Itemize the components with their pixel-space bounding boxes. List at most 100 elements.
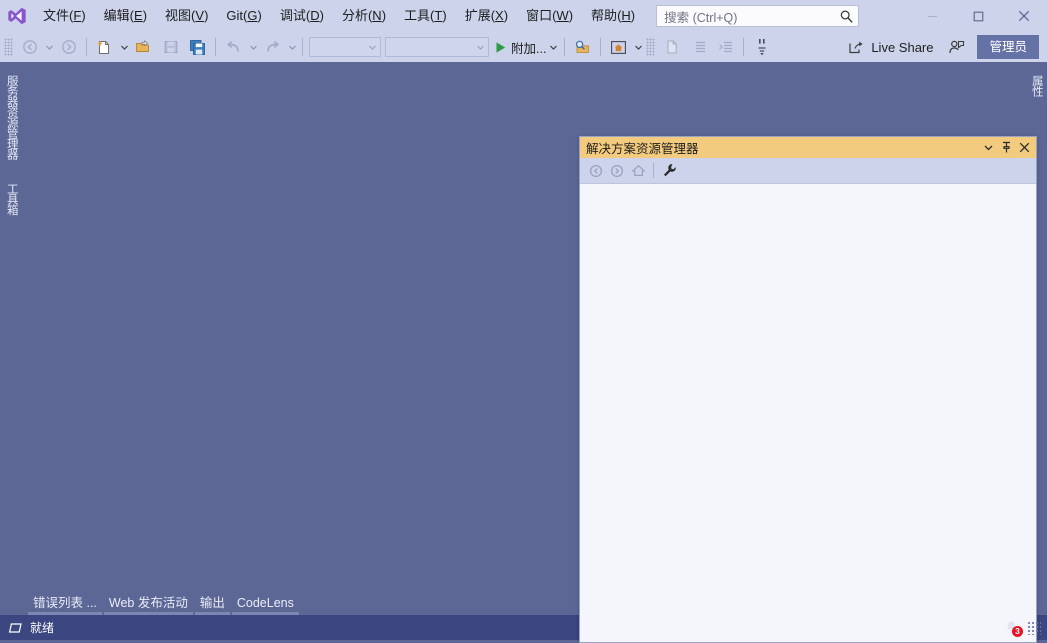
home-button[interactable] — [605, 35, 632, 59]
toolbar-grip-secondary[interactable] — [646, 38, 656, 56]
menu-mnemonic-edit: E — [134, 8, 143, 23]
solution-explorer-forward-button[interactable] — [607, 161, 627, 181]
new-file-button[interactable] — [658, 35, 685, 59]
dock-tab-toolbox[interactable]: 工具箱 — [2, 176, 20, 222]
menu-item-edit[interactable]: 编辑(E) — [95, 4, 156, 28]
solution-explorer-back-button[interactable] — [586, 161, 606, 181]
solution-explorer-window: 解决方案资源管理器 — [579, 136, 1037, 643]
save-icon — [164, 41, 177, 53]
indent-button[interactable] — [685, 35, 712, 59]
menu-label-help: 帮助 — [591, 8, 618, 23]
solution-configuration-combo[interactable] — [309, 37, 381, 57]
toolbar-separator — [564, 38, 566, 56]
admin-badge[interactable]: 管理员 — [977, 35, 1039, 59]
menu-item-analyze[interactable]: 分析(N) — [333, 4, 395, 28]
visual-studio-logo — [0, 0, 34, 32]
open-folder-button[interactable] — [130, 35, 157, 59]
live-share-button[interactable]: Live Share — [842, 35, 939, 59]
solution-explorer-home-button[interactable] — [628, 161, 648, 181]
navigate-back-button[interactable] — [16, 35, 43, 59]
search-placeholder: 搜索 (Ctrl+Q) — [664, 10, 738, 25]
menu-item-git[interactable]: Git(G) — [217, 4, 270, 28]
redo-button[interactable] — [259, 35, 286, 59]
document-well: 解决方案资源管理器 — [22, 62, 1037, 643]
menu-item-help[interactable]: 帮助(H) — [582, 4, 644, 28]
bottom-tab-web-publish-activity[interactable]: Web 发布活动 — [103, 593, 193, 615]
resize-grip-icon[interactable] — [1027, 620, 1041, 635]
wrench-icon — [663, 164, 676, 177]
menu-mnemonic-git: G — [247, 8, 258, 23]
outdent-icon — [718, 41, 732, 53]
navigate-back-icon — [22, 40, 37, 54]
minimize-button[interactable] — [909, 0, 955, 32]
chevron-down-icon — [249, 45, 257, 50]
bottom-tab-error-list[interactable]: 错误列表 ... — [28, 593, 102, 615]
toolbar-grip[interactable] — [4, 38, 13, 56]
live-share-icon — [849, 41, 863, 53]
chevron-down-icon — [477, 45, 484, 50]
solution-explorer-properties-button[interactable] — [659, 161, 679, 181]
workspace-area: 服务器资源管理器 工具箱 解决方案资源管理器 属性 — [0, 62, 1047, 643]
menu-item-tools[interactable]: 工具(T) — [395, 4, 456, 28]
new-project-button[interactable] — [91, 35, 118, 59]
navigate-forward-button[interactable] — [55, 35, 82, 59]
search-icon[interactable] — [839, 9, 854, 24]
undo-dropdown[interactable] — [247, 45, 259, 50]
menu-item-debug[interactable]: 调试(D) — [271, 4, 333, 28]
menu-label-debug: 调试 — [279, 8, 306, 23]
send-feedback-icon — [949, 40, 965, 53]
redo-dropdown[interactable] — [286, 45, 298, 50]
menu-label-file: 文件 — [43, 8, 70, 23]
visual-studio-window: 文件(F) 编辑(E) 视图(V) Git(G) 调试(D) 分析(N) 工具(… — [0, 0, 1047, 643]
chevron-down-icon — [634, 45, 642, 50]
dock-tab-properties[interactable]: 属性 — [1027, 68, 1045, 103]
menu-label-extensions: 扩展 — [464, 8, 491, 23]
back-circle-icon — [589, 164, 603, 177]
visual-studio-logo-icon — [8, 7, 26, 25]
close-icon — [1018, 10, 1030, 22]
chevron-down-icon — [984, 145, 992, 151]
find-in-files-button[interactable] — [569, 35, 596, 59]
window-controls — [909, 0, 1047, 32]
home-dropdown[interactable] — [632, 45, 644, 50]
menu-item-window[interactable]: 窗口(W) — [517, 4, 582, 28]
close-icon — [1019, 142, 1029, 153]
notification-button[interactable]: 3 — [997, 615, 1025, 640]
search-input[interactable]: 搜索 (Ctrl+Q) — [656, 5, 860, 27]
standard-toolbar: 附加... Live Share 管理员 — [0, 32, 1047, 62]
toolbar-separator — [302, 38, 303, 56]
menu-item-extensions[interactable]: 扩展(X) — [456, 4, 517, 28]
close-button[interactable] — [1001, 0, 1047, 32]
notification-count-badge: 3 — [1012, 626, 1023, 637]
attach-button[interactable]: 附加... — [491, 35, 560, 59]
bottom-tab-output[interactable]: 输出 — [194, 593, 230, 615]
solution-explorer-dropdown-button[interactable] — [979, 139, 997, 157]
menu-item-file[interactable]: 文件(F) — [34, 4, 95, 28]
comment-button[interactable] — [748, 35, 775, 59]
menu-mnemonic-window: W — [556, 8, 569, 23]
toolbar-separator — [86, 38, 87, 56]
solution-explorer-title-bar[interactable]: 解决方案资源管理器 — [580, 137, 1036, 158]
minimize-icon — [927, 15, 937, 17]
forward-circle-icon — [610, 164, 624, 177]
outdent-button[interactable] — [712, 35, 739, 59]
toolbar-separator — [743, 38, 745, 56]
navigate-back-dropdown[interactable] — [43, 45, 55, 50]
live-share-label: Live Share — [871, 39, 934, 55]
new-project-dropdown[interactable] — [118, 45, 130, 50]
undo-button[interactable] — [220, 35, 247, 59]
solution-explorer-toolbar-separator — [653, 163, 654, 178]
menu-item-view[interactable]: 视图(V) — [156, 4, 217, 28]
menu-label-window: 窗口 — [526, 8, 553, 23]
solution-explorer-pin-button[interactable] — [997, 139, 1015, 157]
maximize-button[interactable] — [955, 0, 1001, 32]
bottom-tab-codelens[interactable]: CodeLens — [231, 593, 299, 615]
save-all-button[interactable] — [184, 35, 211, 59]
save-button[interactable] — [157, 35, 184, 59]
dock-tab-server-explorer[interactable]: 服务器资源管理器 — [2, 68, 20, 166]
solution-platform-combo[interactable] — [385, 37, 489, 57]
solution-explorer-close-button[interactable] — [1015, 139, 1033, 157]
solution-explorer-content[interactable] — [580, 184, 1036, 642]
send-feedback-button[interactable] — [941, 35, 971, 59]
save-all-icon — [190, 39, 205, 55]
